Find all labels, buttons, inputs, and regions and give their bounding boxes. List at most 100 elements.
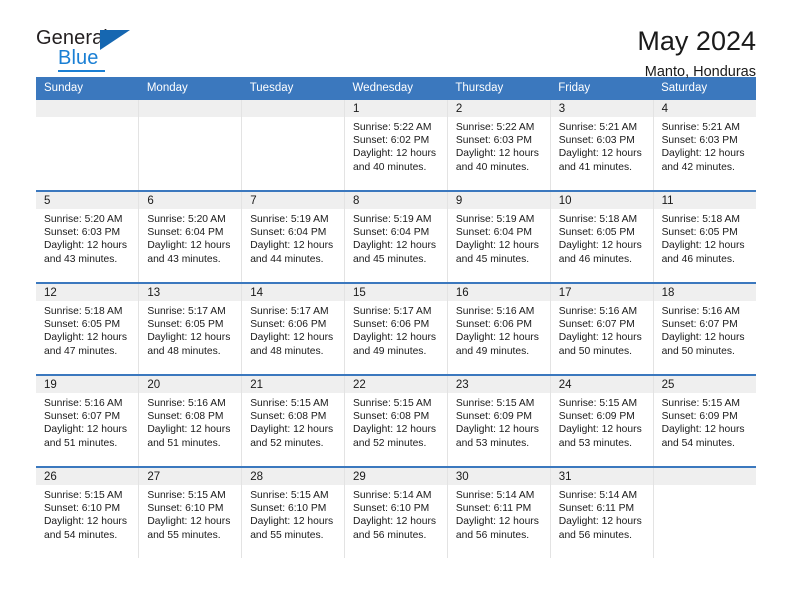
daylight-duration-line2: and 56 minutes.: [353, 529, 427, 541]
sunrise-time: Sunrise: 5:14 AM: [558, 490, 638, 501]
sunset-time: Sunset: 6:08 PM: [250, 411, 327, 423]
daylight-duration-line1: Daylight: 12 hours: [147, 516, 231, 528]
general-blue-logo[interactable]: General Blue: [36, 26, 146, 74]
day-details: Sunrise: 5:16 AM Sunset: 6:07 PM Daylight:…: [36, 393, 138, 450]
calendar-day-cell[interactable]: 8 Sunrise: 5:19 AM Sunset: 6:04 PM Daylight…: [344, 190, 448, 283]
calendar-day-cell[interactable]: 30 Sunrise: 5:14 AM Sunset: 6:11 PM Dayligh…: [447, 466, 551, 558]
daylight-duration-line2: and 47 minutes.: [44, 345, 118, 357]
calendar-day-cell[interactable]: 23 Sunrise: 5:15 AM Sunset: 6:09 PM Dayligh…: [447, 374, 551, 467]
sunrise-time: Sunrise: 5:18 AM: [44, 306, 123, 317]
calendar-day-cell[interactable]: 25 Sunrise: 5:15 AM Sunset: 6:09 PM Dayligh…: [653, 374, 756, 467]
calendar-day-cell[interactable]: 6 Sunrise: 5:20 AM Sunset: 6:04 PM Daylight…: [138, 190, 243, 283]
day-number: 28: [242, 468, 345, 485]
day-details: Sunrise: 5:14 AM Sunset: 6:11 PM Daylight:…: [551, 485, 653, 542]
calendar-day-cell[interactable]: 10 Sunrise: 5:18 AM Sunset: 6:05 PM Dayligh…: [550, 190, 654, 283]
day-details: Sunrise: 5:20 AM Sunset: 6:04 PM Daylight:…: [139, 209, 241, 266]
daylight-duration-line2: and 50 minutes.: [661, 345, 735, 357]
calendar-week-row: 1 Sunrise: 5:22 AM Sunset: 6:02 PM Daylight…: [36, 100, 756, 191]
sunrise-time: Sunrise: 5:14 AM: [353, 490, 432, 501]
daylight-duration-line2: and 45 minutes.: [353, 253, 427, 265]
calendar-day-cell[interactable]: 17 Sunrise: 5:16 AM Sunset: 6:07 PM Dayligh…: [550, 282, 654, 375]
calendar-day-cell[interactable]: 7 Sunrise: 5:19 AM Sunset: 6:04 PM Daylight…: [241, 190, 346, 283]
daylight-duration-line1: Daylight: 12 hours: [44, 240, 127, 252]
day-number: 27: [139, 468, 242, 485]
sunset-time: Sunset: 6:09 PM: [455, 411, 533, 423]
daylight-duration-line1: Daylight: 12 hours: [250, 332, 334, 344]
day-details: Sunrise: 5:16 AM Sunset: 6:07 PM Daylight:…: [551, 301, 653, 358]
calendar-day-cell[interactable]: 5 Sunrise: 5:20 AM Sunset: 6:03 PM Daylight…: [36, 190, 140, 283]
calendar-day-cell[interactable]: 24 Sunrise: 5:15 AM Sunset: 6:09 PM Dayligh…: [550, 374, 654, 467]
daylight-duration-line1: Daylight: 12 hours: [44, 516, 127, 528]
day-details: Sunrise: 5:15 AM Sunset: 6:10 PM Daylight:…: [139, 485, 241, 542]
daylight-duration-line2: and 41 minutes.: [558, 161, 632, 173]
weekday-header-thursday: Thursday: [447, 77, 551, 100]
sunset-time: Sunset: 6:09 PM: [661, 411, 738, 423]
sunrise-time: Sunrise: 5:16 AM: [44, 398, 123, 409]
daylight-duration-line1: Daylight: 12 hours: [558, 332, 642, 344]
sunset-time: Sunset: 6:05 PM: [44, 319, 121, 331]
calendar-week-row: 5 Sunrise: 5:20 AM Sunset: 6:03 PM Daylight…: [36, 190, 756, 283]
calendar-empty-cell: [241, 100, 346, 191]
calendar-day-cell[interactable]: 11 Sunrise: 5:18 AM Sunset: 6:05 PM Dayligh…: [653, 190, 756, 283]
day-number: 17: [550, 284, 653, 301]
day-number: 1: [345, 100, 447, 117]
title-block: May 2024 Manto, Honduras: [637, 26, 756, 81]
sunset-time: Sunset: 6:11 PM: [455, 503, 532, 515]
daylight-duration-line1: Daylight: 12 hours: [455, 148, 539, 160]
calendar-grid: Sunday Monday Tuesday Wednesday Thursday…: [36, 77, 756, 558]
day-details: Sunrise: 5:20 AM Sunset: 6:03 PM Daylight:…: [36, 209, 138, 266]
daylight-duration-line2: and 54 minutes.: [661, 437, 735, 449]
daylight-duration-line2: and 44 minutes.: [250, 253, 324, 265]
calendar-week-row: 19 Sunrise: 5:16 AM Sunset: 6:07 PM Dayligh…: [36, 374, 756, 467]
calendar-day-cell[interactable]: 14 Sunrise: 5:17 AM Sunset: 6:06 PM Dayligh…: [241, 282, 346, 375]
sunrise-time: Sunrise: 5:15 AM: [353, 398, 432, 409]
calendar-day-cell[interactable]: 20 Sunrise: 5:16 AM Sunset: 6:08 PM Dayligh…: [138, 374, 243, 467]
day-details: Sunrise: 5:15 AM Sunset: 6:09 PM Daylight:…: [551, 393, 653, 450]
calendar-day-cell[interactable]: 12 Sunrise: 5:18 AM Sunset: 6:05 PM Dayligh…: [36, 282, 140, 375]
daylight-duration-line2: and 48 minutes.: [250, 345, 324, 357]
sunset-time: Sunset: 6:07 PM: [661, 319, 738, 331]
sunset-time: Sunset: 6:05 PM: [661, 227, 738, 239]
calendar-day-cell[interactable]: 29 Sunrise: 5:14 AM Sunset: 6:10 PM Dayligh…: [344, 466, 448, 558]
daylight-duration-line2: and 46 minutes.: [558, 253, 632, 265]
sunrise-time: Sunrise: 5:17 AM: [250, 306, 329, 317]
calendar-day-cell[interactable]: 15 Sunrise: 5:17 AM Sunset: 6:06 PM Dayligh…: [344, 282, 448, 375]
sunrise-time: Sunrise: 5:15 AM: [250, 490, 329, 501]
calendar-day-cell[interactable]: 21 Sunrise: 5:15 AM Sunset: 6:08 PM Dayligh…: [241, 374, 346, 467]
calendar-day-cell[interactable]: 16 Sunrise: 5:16 AM Sunset: 6:06 PM Dayligh…: [447, 282, 551, 375]
sunrise-time: Sunrise: 5:15 AM: [147, 490, 226, 501]
calendar-day-cell[interactable]: 18 Sunrise: 5:16 AM Sunset: 6:07 PM Dayligh…: [653, 282, 756, 375]
day-number: 20: [139, 376, 242, 393]
sunset-time: Sunset: 6:07 PM: [558, 319, 635, 331]
calendar-day-cell[interactable]: 19 Sunrise: 5:16 AM Sunset: 6:07 PM Dayligh…: [36, 374, 140, 467]
day-number: 25: [653, 376, 756, 393]
calendar-day-cell[interactable]: 28 Sunrise: 5:15 AM Sunset: 6:10 PM Dayligh…: [241, 466, 346, 558]
calendar-day-cell[interactable]: 22 Sunrise: 5:15 AM Sunset: 6:08 PM Dayligh…: [344, 374, 448, 467]
day-number: 14: [242, 284, 345, 301]
daylight-duration-line1: Daylight: 12 hours: [558, 424, 642, 436]
calendar-day-cell[interactable]: 31 Sunrise: 5:14 AM Sunset: 6:11 PM Dayligh…: [550, 466, 654, 558]
calendar-day-cell[interactable]: 4 Sunrise: 5:21 AM Sunset: 6:03 PM Daylight…: [653, 100, 756, 191]
calendar-body: 1 Sunrise: 5:22 AM Sunset: 6:02 PM Daylight…: [36, 100, 756, 558]
calendar-empty-cell: [36, 100, 140, 191]
calendar-day-cell[interactable]: 13 Sunrise: 5:17 AM Sunset: 6:05 PM Dayligh…: [138, 282, 243, 375]
daylight-duration-line1: Daylight: 12 hours: [455, 332, 539, 344]
daylight-duration-line1: Daylight: 12 hours: [353, 332, 437, 344]
calendar-empty-cell: [138, 100, 243, 191]
calendar-day-cell[interactable]: 9 Sunrise: 5:19 AM Sunset: 6:04 PM Daylight…: [447, 190, 551, 283]
day-number: 13: [139, 284, 242, 301]
sunrise-time: Sunrise: 5:19 AM: [353, 214, 432, 225]
sunset-time: Sunset: 6:08 PM: [147, 411, 224, 423]
calendar-day-cell[interactable]: 2 Sunrise: 5:22 AM Sunset: 6:03 PM Daylight…: [447, 100, 551, 191]
calendar-day-cell[interactable]: 26 Sunrise: 5:15 AM Sunset: 6:10 PM Dayligh…: [36, 466, 140, 558]
day-number: 10: [550, 192, 653, 209]
calendar-day-cell[interactable]: 1 Sunrise: 5:22 AM Sunset: 6:02 PM Daylight…: [344, 100, 448, 191]
calendar-day-cell[interactable]: 27 Sunrise: 5:15 AM Sunset: 6:10 PM Dayligh…: [138, 466, 243, 558]
daylight-duration-line1: Daylight: 12 hours: [44, 424, 127, 436]
sunrise-time: Sunrise: 5:14 AM: [455, 490, 535, 501]
daylight-duration-line2: and 56 minutes.: [455, 529, 530, 541]
calendar-day-cell[interactable]: 3 Sunrise: 5:21 AM Sunset: 6:03 PM Daylight…: [550, 100, 654, 191]
daylight-duration-line2: and 43 minutes.: [147, 253, 221, 265]
daylight-duration-line1: Daylight: 12 hours: [558, 148, 642, 160]
sunset-time: Sunset: 6:04 PM: [147, 227, 224, 239]
